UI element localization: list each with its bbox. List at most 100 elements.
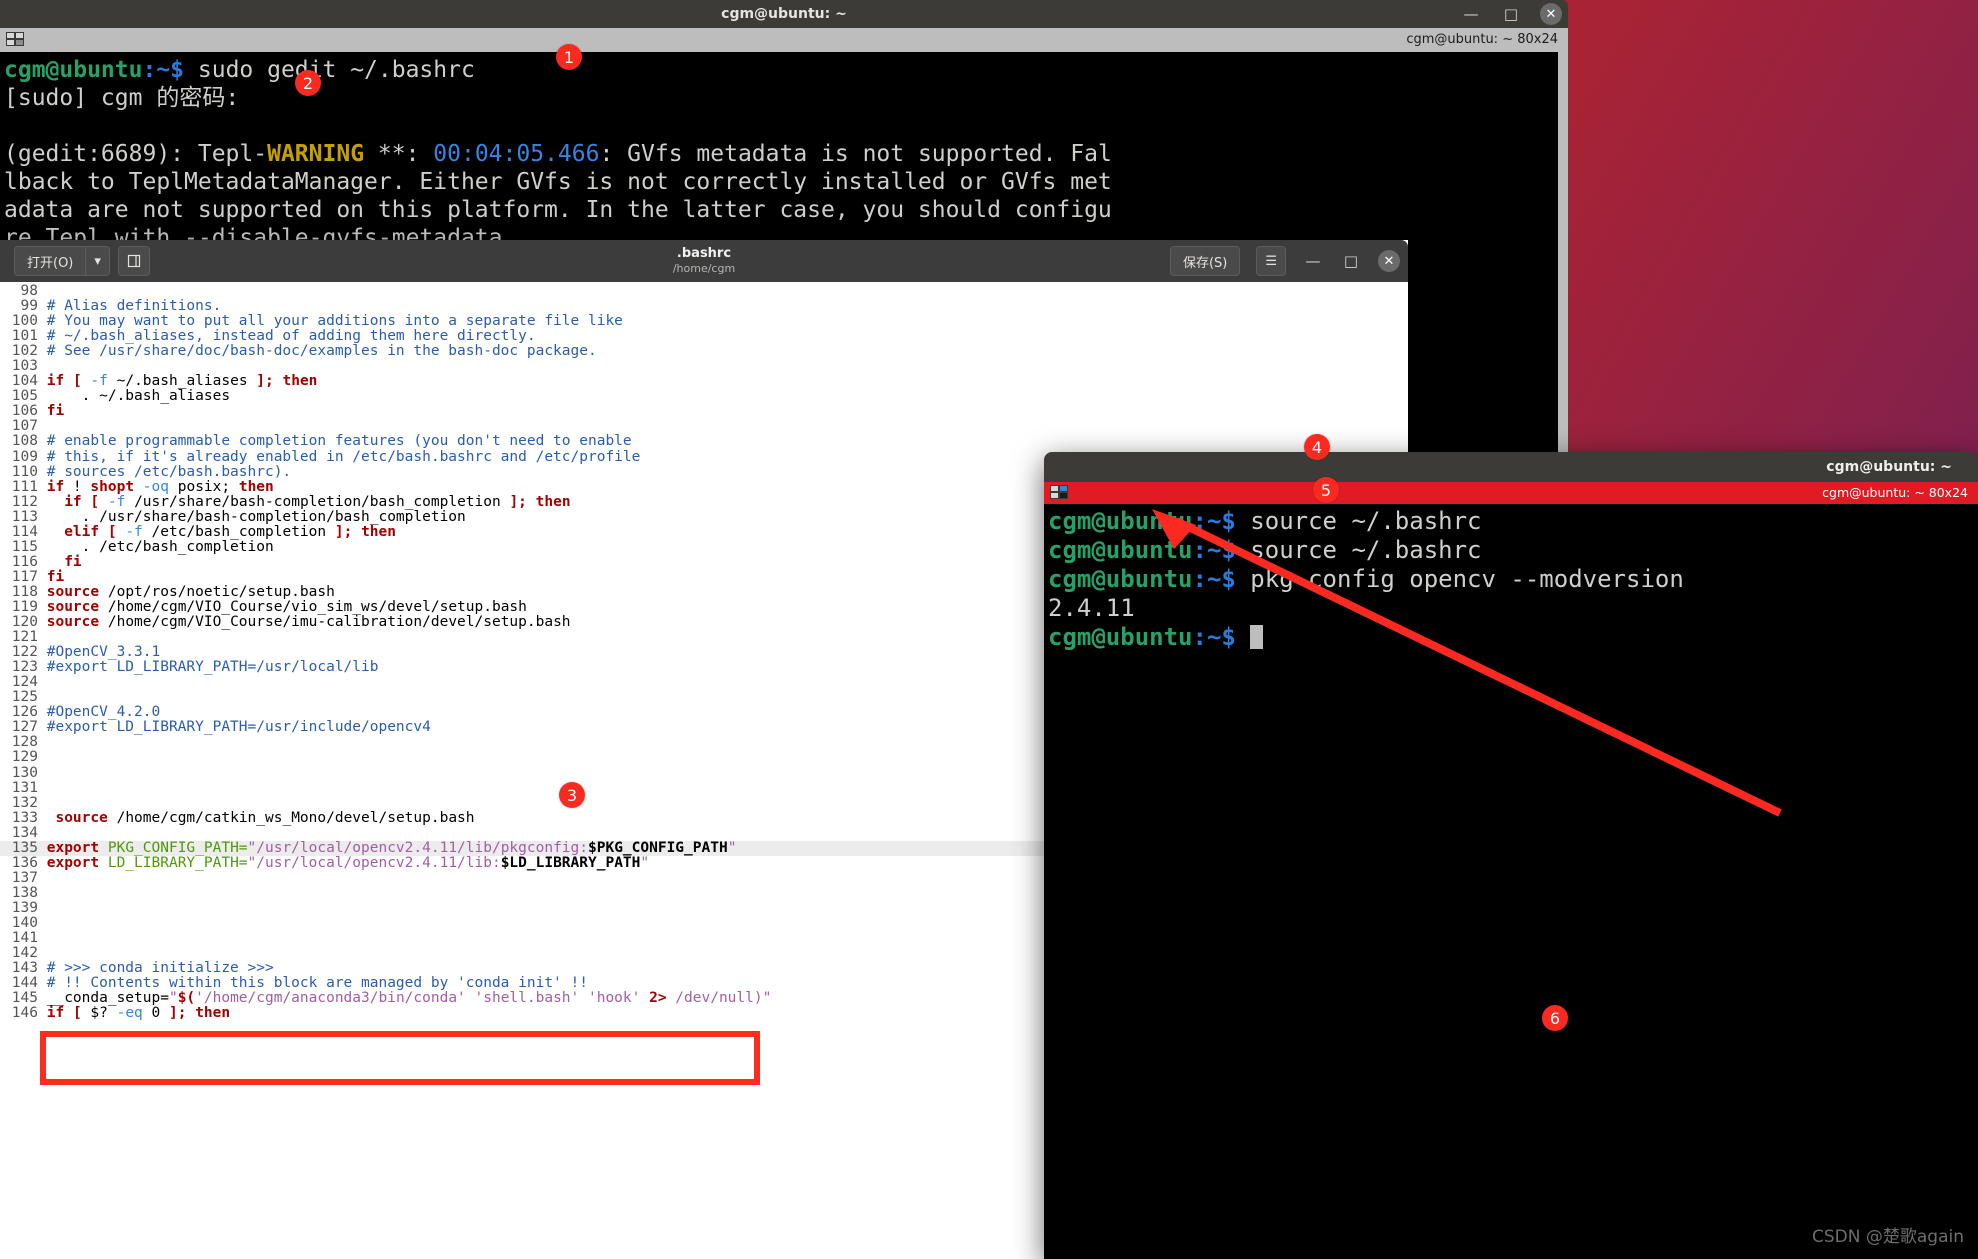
badge-3: 3	[559, 782, 585, 808]
line-number: 111	[0, 480, 38, 495]
line-number: 133	[0, 811, 38, 826]
line-number: 100	[0, 314, 38, 329]
gedit-headerbar[interactable]: 打开(O) ▾ .bashrc /home/cgm 保存(S) ☰ — □ ✕	[0, 240, 1408, 282]
code-line[interactable]: 99 # Alias definitions.	[0, 299, 1408, 314]
terminal-layout-icon[interactable]	[6, 32, 26, 48]
line-number: 131	[0, 781, 38, 796]
maximize-icon[interactable]: □	[1340, 250, 1362, 272]
line-number: 112	[0, 495, 38, 510]
code-line[interactable]: 100 # You may want to put all your addit…	[0, 314, 1408, 329]
line-number: 98	[0, 284, 38, 299]
badge-2-label: 2	[303, 74, 313, 93]
terminal1-window-controls[interactable]: — □ ✕	[1460, 0, 1562, 28]
shell-prompt-path: :~$	[1193, 507, 1236, 535]
code-text: /home/cgm/catkin_ws_Mono/devel/setup.bas…	[117, 810, 475, 826]
code-comment: # sources /etc/bash.bashrc).	[47, 464, 291, 480]
code-keyword: source	[47, 599, 99, 615]
close-icon[interactable]: ✕	[1378, 250, 1400, 272]
shell-prompt-user: cgm@ubuntu	[4, 57, 142, 83]
line-number: 137	[0, 871, 38, 886]
badge-6: 6	[1542, 1005, 1568, 1031]
chevron-down-icon[interactable]: ▾	[86, 246, 110, 276]
terminal-line: cgm@ubuntu:~$ sudo gedit ~/.bashrc	[4, 57, 475, 83]
code-text: /home/cgm/VIO_Course/imu-calibration/dev…	[108, 614, 571, 630]
badge-1-label: 1	[564, 48, 574, 67]
shell-command: pkg-config opencv --modversion	[1236, 565, 1684, 593]
code-text: /home/cgm/VIO_Course/vio_sim_ws/devel/se…	[108, 599, 527, 615]
terminal1-titlebar[interactable]: cgm@ubuntu: ~ — □ ✕	[0, 0, 1568, 28]
code-comment: # >>> conda initialize >>>	[47, 960, 274, 976]
terminal2-screen[interactable]: cgm@ubuntu:~$ source ~/.bashrc cgm@ubunt…	[1044, 504, 1978, 1259]
code-comment: # this, if it's already enabled in /etc/…	[47, 449, 641, 465]
code-text: . /usr/share/bash-completion/bash_comple…	[47, 509, 466, 525]
code-line[interactable]: 101 # ~/.bash_aliases, instead of adding…	[0, 329, 1408, 344]
line-number: 126	[0, 705, 38, 720]
code-text: fi	[47, 403, 64, 419]
code-string-end: "	[728, 840, 737, 856]
code-line[interactable]: 106 fi	[0, 404, 1408, 419]
code-text: /opt/ros/noetic/setup.bash	[108, 584, 335, 600]
maximize-icon[interactable]: □	[1500, 3, 1522, 25]
line-number: 104	[0, 374, 38, 389]
terminal-line: cgm@ubuntu:~$ pkg-config opencv --modver…	[1048, 565, 1684, 593]
code-line[interactable]: 103	[0, 359, 1408, 374]
line-number: 102	[0, 344, 38, 359]
code-line[interactable]: 105 . ~/.bash_aliases	[0, 389, 1408, 404]
export-lines-highlight	[40, 1031, 760, 1085]
code-keyword: export	[47, 840, 99, 856]
badge-5: 5	[1313, 477, 1339, 503]
terminal1-tab-title: cgm@ubuntu: ~ 80x24	[1406, 28, 1558, 52]
new-document-icon[interactable]	[118, 246, 150, 276]
minimize-icon[interactable]: —	[1460, 3, 1482, 25]
terminal-window-2[interactable]: cgm@ubuntu: ~ cgm@ubuntu: ~ 80x24 cgm@ub…	[1044, 452, 1978, 1259]
shell-command: source ~/.bashrc	[1236, 536, 1482, 564]
line-number: 115	[0, 540, 38, 555]
open-button[interactable]: 打开(O)	[14, 246, 86, 276]
code-text: if [ -f ~/.bash_aliases ]; then	[47, 373, 318, 389]
close-icon[interactable]: ✕	[1540, 3, 1562, 25]
line-number: 135	[0, 841, 38, 856]
line-number: 145	[0, 991, 38, 1006]
new-document-glyph	[127, 254, 141, 268]
code-line[interactable]: 107	[0, 419, 1408, 434]
code-text: if [ $? -eq 0 ]; then	[47, 1005, 230, 1021]
line-number: 130	[0, 766, 38, 781]
terminal2-tab-title: cgm@ubuntu: ~ 80x24	[1822, 482, 1968, 504]
line-number: 143	[0, 961, 38, 976]
code-comment: # See /usr/share/doc/bash-doc/examples i…	[47, 343, 597, 359]
badge-4-label: 4	[1312, 438, 1322, 457]
line-number: 103	[0, 359, 38, 374]
hamburger-menu-icon[interactable]: ☰	[1256, 246, 1286, 276]
terminal2-tabbar[interactable]: cgm@ubuntu: ~ 80x24	[1044, 482, 1978, 504]
shell-prompt-user: cgm@ubuntu	[1048, 536, 1193, 564]
code-comment: # You may want to put all your additions…	[47, 313, 623, 329]
line-number: 114	[0, 525, 38, 540]
line-number: 106	[0, 404, 38, 419]
code-comment: #OpenCV_4.2.0	[47, 704, 161, 720]
minimize-icon[interactable]: —	[1302, 250, 1324, 272]
line-number: 110	[0, 465, 38, 480]
warning-timestamp: 00:04:05.466	[433, 141, 599, 167]
shell-prompt-path: :~$	[1193, 536, 1236, 564]
code-line[interactable]: 104 if [ -f ~/.bash_aliases ]; then	[0, 374, 1408, 389]
terminal2-titlebar[interactable]: cgm@ubuntu: ~	[1044, 452, 1978, 482]
terminal-layout-icon[interactable]	[1050, 485, 1070, 501]
code-line[interactable]: 108 # enable programmable completion fea…	[0, 434, 1408, 449]
code-string: "/usr/local/opencv2.4.11/lib:	[248, 855, 501, 871]
gedit-header-actions[interactable]: 保存(S) ☰ — □ ✕	[1170, 246, 1400, 276]
badge-1: 1	[556, 44, 582, 70]
terminal1-tabbar[interactable]: cgm@ubuntu: ~ 80x24	[0, 28, 1568, 52]
code-comment: #export LD_LIBRARY_PATH=/usr/include/ope…	[47, 719, 431, 735]
code-line[interactable]: 102 # See /usr/share/doc/bash-doc/exampl…	[0, 344, 1408, 359]
code-text: elif [ -f /etc/bash_completion ]; then	[47, 524, 396, 540]
line-number: 123	[0, 660, 38, 675]
save-button[interactable]: 保存(S)	[1170, 246, 1240, 276]
terminal2-title: cgm@ubuntu: ~	[1826, 452, 1952, 482]
code-text: __conda_setup=	[47, 990, 169, 1006]
code-varref: $PKG_CONFIG_PATH	[588, 840, 728, 856]
badge-3-label: 3	[567, 786, 577, 805]
line-number: 121	[0, 630, 38, 645]
line-number: 141	[0, 931, 38, 946]
line-number: 136	[0, 856, 38, 871]
warning-token: WARNING	[267, 141, 364, 167]
